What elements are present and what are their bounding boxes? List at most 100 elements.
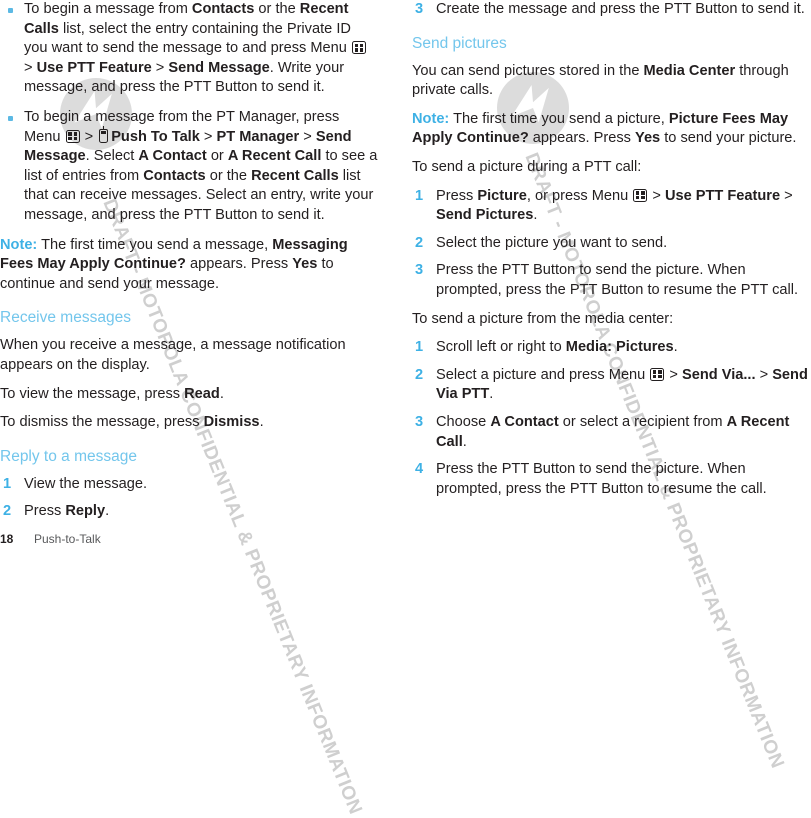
lead-in-media-center: To send a picture from the media center: [412, 310, 674, 327]
step-text: Select the picture you want to send. [436, 235, 667, 251]
list-item: 3 Choose A Contact or select a recipient… [412, 413, 811, 452]
text-run: > [151, 59, 169, 76]
menu-grid-icon [351, 41, 366, 55]
text-run: When you receive a message, a message no… [0, 337, 346, 373]
text-run: . [673, 339, 678, 356]
emphasis-text: Dismiss [203, 414, 260, 431]
lead-in-ptt-call: To send a picture during a PTT call: [412, 158, 642, 175]
text-run: list, select the entry containing the Pr… [24, 20, 351, 57]
text-run: The first time you send a message, [37, 236, 273, 253]
menu-grid-icon [650, 367, 665, 381]
step-number: 1 [415, 187, 424, 204]
text-run: > [299, 128, 316, 145]
text-run: To begin a message from [24, 1, 192, 17]
step-text: Press Reply. [24, 503, 109, 519]
emphasis-text: Send Message [168, 59, 270, 76]
step-number: 1 [3, 475, 12, 492]
note-label: Note: [412, 110, 450, 127]
reply-steps-list: 1 View the message. 2 Press Reply. [0, 475, 378, 522]
emphasis-text: A Recent Call [227, 148, 322, 165]
list-item: 4 Press the PTT Button to send the pictu… [412, 460, 811, 499]
emphasis-text: Reply [65, 503, 106, 520]
text-run: View the message. [24, 475, 148, 492]
media-center-steps-list: 1 Scroll left or right to Media: Picture… [412, 338, 811, 499]
send-message-bullet-list: To begin a message from Contacts or the … [0, 0, 378, 226]
text-run: Press the PTT Button to send the picture… [436, 461, 767, 497]
paragraph-send-pictures-intro: You can send pictures stored in the Medi… [412, 62, 811, 101]
ptt-call-steps-list: 1 Press Picture, or press Menu > Use PTT… [412, 187, 811, 301]
note-messaging-fees: Note: The first time you send a message,… [0, 236, 378, 295]
list-item: 2 Select a picture and press Menu > Send… [412, 366, 811, 405]
emphasis-text: Read [184, 385, 220, 402]
page-number: 18 [0, 532, 14, 546]
emphasis-text: Media: Pictures [565, 339, 674, 356]
text-run: . [219, 385, 224, 402]
step-number: 2 [415, 366, 424, 383]
step-text: Scroll left or right to Media: Pictures. [436, 339, 678, 355]
text-run: . [259, 414, 264, 431]
step-number: 4 [415, 461, 424, 478]
text-run: . [533, 207, 538, 224]
step-text: Choose A Contact or select a recipient f… [436, 414, 789, 450]
emphasis-text: Use PTT Feature [664, 187, 781, 204]
text-run: To view the message, press [0, 385, 185, 402]
text-run: or select a recipient from [558, 413, 727, 430]
emphasis-text: Use PTT Feature [36, 59, 152, 76]
list-item: 1 Press Picture, or press Menu > Use PTT… [412, 187, 811, 226]
emphasis-text: Contacts [191, 1, 255, 17]
emphasis-text: A Contact [138, 148, 207, 165]
emphasis-text: Picture [477, 187, 527, 204]
manual-page: To begin a message from Contacts or the … [0, 0, 811, 556]
text-run: . Select [85, 148, 139, 165]
chapter-name: Push-to-Talk [34, 532, 101, 546]
text-run: You can send pictures stored in the [412, 62, 644, 79]
text-run: . [462, 433, 467, 450]
right-column: 3 Create the message and press the PTT B… [412, 0, 811, 508]
emphasis-text: Media Center [643, 62, 736, 79]
text-run: > [24, 59, 37, 76]
step-text: Select a picture and press Menu > Send V… [436, 367, 808, 403]
text-run: Scroll left or right to [436, 339, 566, 356]
paragraph: When you receive a message, a message no… [0, 336, 378, 375]
emphasis-text: Send Pictures [436, 207, 534, 224]
text-run: appears. Press [185, 256, 293, 273]
text-run: Press [24, 503, 66, 520]
push-to-talk-handset-icon [99, 126, 109, 143]
text-run: > [665, 366, 682, 383]
note-body: The first time you send a picture, Pictu… [412, 111, 796, 147]
step-number: 1 [415, 339, 424, 356]
text-run: > [755, 366, 773, 383]
step-number: 3 [415, 262, 424, 279]
note-label: Note: [0, 236, 38, 253]
step-text: Press Picture, or press Menu > Use PTT F… [436, 188, 793, 224]
step-number: 3 [415, 413, 424, 430]
text-run: To dismiss the message, press [0, 414, 204, 431]
text-run: Select the picture you want to send. [436, 234, 668, 251]
list-item: To begin a message from the PT Manager, … [0, 108, 378, 226]
note-body: The first time you send a message, Messa… [0, 237, 348, 292]
page-footer: 18 Push-to-Talk [0, 532, 101, 546]
text-run: to send your picture. [660, 130, 797, 147]
section-heading-receive-messages: Receive messages [0, 309, 131, 327]
text-run: > [780, 187, 793, 204]
list-item: 2 Select the picture you want to send. [412, 234, 811, 254]
text-run: > [199, 128, 217, 145]
text-run: . [489, 386, 494, 403]
text-run: > [80, 128, 98, 145]
text-run: Press [436, 187, 478, 204]
paragraph: To view the message, press Read. [0, 385, 378, 405]
emphasis-text: Push To Talk [111, 128, 200, 145]
emphasis-text: A Contact [490, 413, 559, 430]
list-item: 1 Scroll left or right to Media: Picture… [412, 338, 811, 358]
text-run: . [105, 503, 110, 520]
emphasis-text: Yes [292, 256, 318, 273]
emphasis-text: Recent Calls [251, 167, 339, 184]
text-run: or [206, 148, 228, 165]
text-run: , or press Menu [526, 187, 633, 204]
text-run: The first time you send a picture, [449, 110, 669, 127]
step-number: 2 [415, 234, 424, 251]
text-run: or the [254, 1, 300, 17]
text-run: Press the PTT Button to send the picture… [436, 262, 799, 298]
list-item: 3 Press the PTT Button to send the pictu… [412, 261, 811, 300]
step-text: View the message. [24, 476, 147, 492]
